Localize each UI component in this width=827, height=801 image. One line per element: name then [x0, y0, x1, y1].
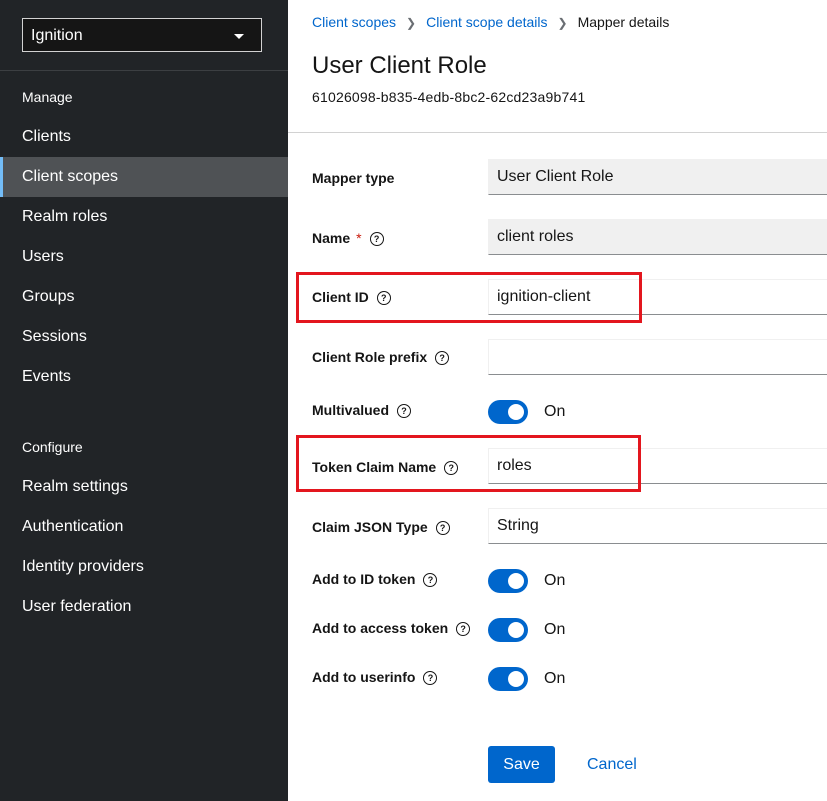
- multivalued-label: Multivalued?: [312, 402, 412, 419]
- multivalued-state: On: [544, 403, 566, 420]
- header-divider: [288, 132, 827, 133]
- claim-json-type-select[interactable]: String: [488, 508, 827, 544]
- toggle-knob: [508, 573, 524, 589]
- caret-down-icon: [234, 34, 244, 39]
- sidebar-item-groups[interactable]: Groups: [0, 277, 288, 317]
- name-label: Name *?: [312, 230, 384, 247]
- save-button[interactable]: Save: [488, 746, 555, 783]
- realm-selector-label: Ignition: [31, 27, 83, 44]
- toggle-knob: [508, 622, 524, 638]
- add-to-userinfo-toggle[interactable]: [488, 667, 528, 691]
- help-icon[interactable]: ?: [423, 671, 438, 686]
- sidebar-item-identity-providers[interactable]: Identity providers: [0, 547, 288, 587]
- add-to-access-token-state: On: [544, 621, 566, 638]
- sidebar-item-realm-settings[interactable]: Realm settings: [0, 467, 288, 507]
- multivalued-toggle[interactable]: [488, 400, 528, 424]
- chevron-right-icon: ❯: [557, 16, 568, 30]
- sidebar-item-events[interactable]: Events: [0, 357, 288, 397]
- sidebar-item-user-federation[interactable]: User federation: [0, 587, 288, 627]
- help-icon[interactable]: ?: [435, 521, 450, 536]
- help-icon[interactable]: ?: [435, 351, 450, 366]
- name-field: client roles: [488, 219, 827, 255]
- toggle-knob: [508, 404, 524, 420]
- breadcrumb-client-scope-details[interactable]: Client scope details: [426, 14, 547, 30]
- help-icon[interactable]: ?: [456, 622, 471, 637]
- main-content: Client scopes ❯ Client scope details ❯ Mappe…: [288, 0, 827, 801]
- chevron-right-icon: ❯: [406, 16, 417, 30]
- sidebar-item-clients[interactable]: Clients: [0, 117, 288, 157]
- client-role-prefix-label: Client Role prefix?: [312, 349, 450, 366]
- breadcrumb-client-scopes[interactable]: Client scopes: [312, 14, 396, 30]
- sidebar-item-users[interactable]: Users: [0, 237, 288, 277]
- sidebar: Ignition Manage Clients Client scopes Re…: [0, 0, 288, 801]
- nav-section-configure: Configure: [22, 439, 83, 455]
- mapper-id: 61026098-b835-4edb-8bc2-62cd23a9b741: [312, 89, 586, 105]
- sidebar-divider: [0, 70, 288, 71]
- sidebar-item-realm-roles[interactable]: Realm roles: [0, 197, 288, 237]
- help-icon[interactable]: ?: [369, 232, 384, 247]
- add-to-userinfo-state: On: [544, 670, 566, 687]
- sidebar-item-client-scopes[interactable]: Client scopes: [0, 157, 288, 197]
- client-role-prefix-input[interactable]: [488, 339, 827, 375]
- breadcrumb: Client scopes ❯ Client scope details ❯ Mappe…: [312, 14, 669, 30]
- token-claim-name-highlight: [296, 435, 641, 492]
- sidebar-item-sessions[interactable]: Sessions: [0, 317, 288, 357]
- cancel-button[interactable]: Cancel: [587, 756, 637, 774]
- required-marker: *: [356, 230, 362, 246]
- sidebar-item-authentication[interactable]: Authentication: [0, 507, 288, 547]
- add-to-id-token-state: On: [544, 572, 566, 589]
- help-icon[interactable]: ?: [397, 404, 412, 419]
- help-icon[interactable]: ?: [423, 573, 438, 588]
- breadcrumb-mapper-details: Mapper details: [577, 14, 670, 30]
- page-title: User Client Role: [312, 52, 487, 79]
- toggle-knob: [508, 671, 524, 687]
- nav-section-manage: Manage: [22, 89, 73, 105]
- client-id-highlight: [296, 272, 642, 323]
- add-to-id-token-label: Add to ID token?: [312, 571, 438, 588]
- add-to-id-token-toggle[interactable]: [488, 569, 528, 593]
- add-to-access-token-label: Add to access token?: [312, 620, 471, 637]
- add-to-userinfo-label: Add to userinfo?: [312, 669, 438, 686]
- claim-json-type-label: Claim JSON Type?: [312, 519, 450, 536]
- mapper-type-label: Mapper type: [312, 170, 395, 186]
- mapper-type-field: User Client Role: [488, 159, 827, 195]
- realm-selector[interactable]: Ignition: [22, 18, 262, 52]
- add-to-access-token-toggle[interactable]: [488, 618, 528, 642]
